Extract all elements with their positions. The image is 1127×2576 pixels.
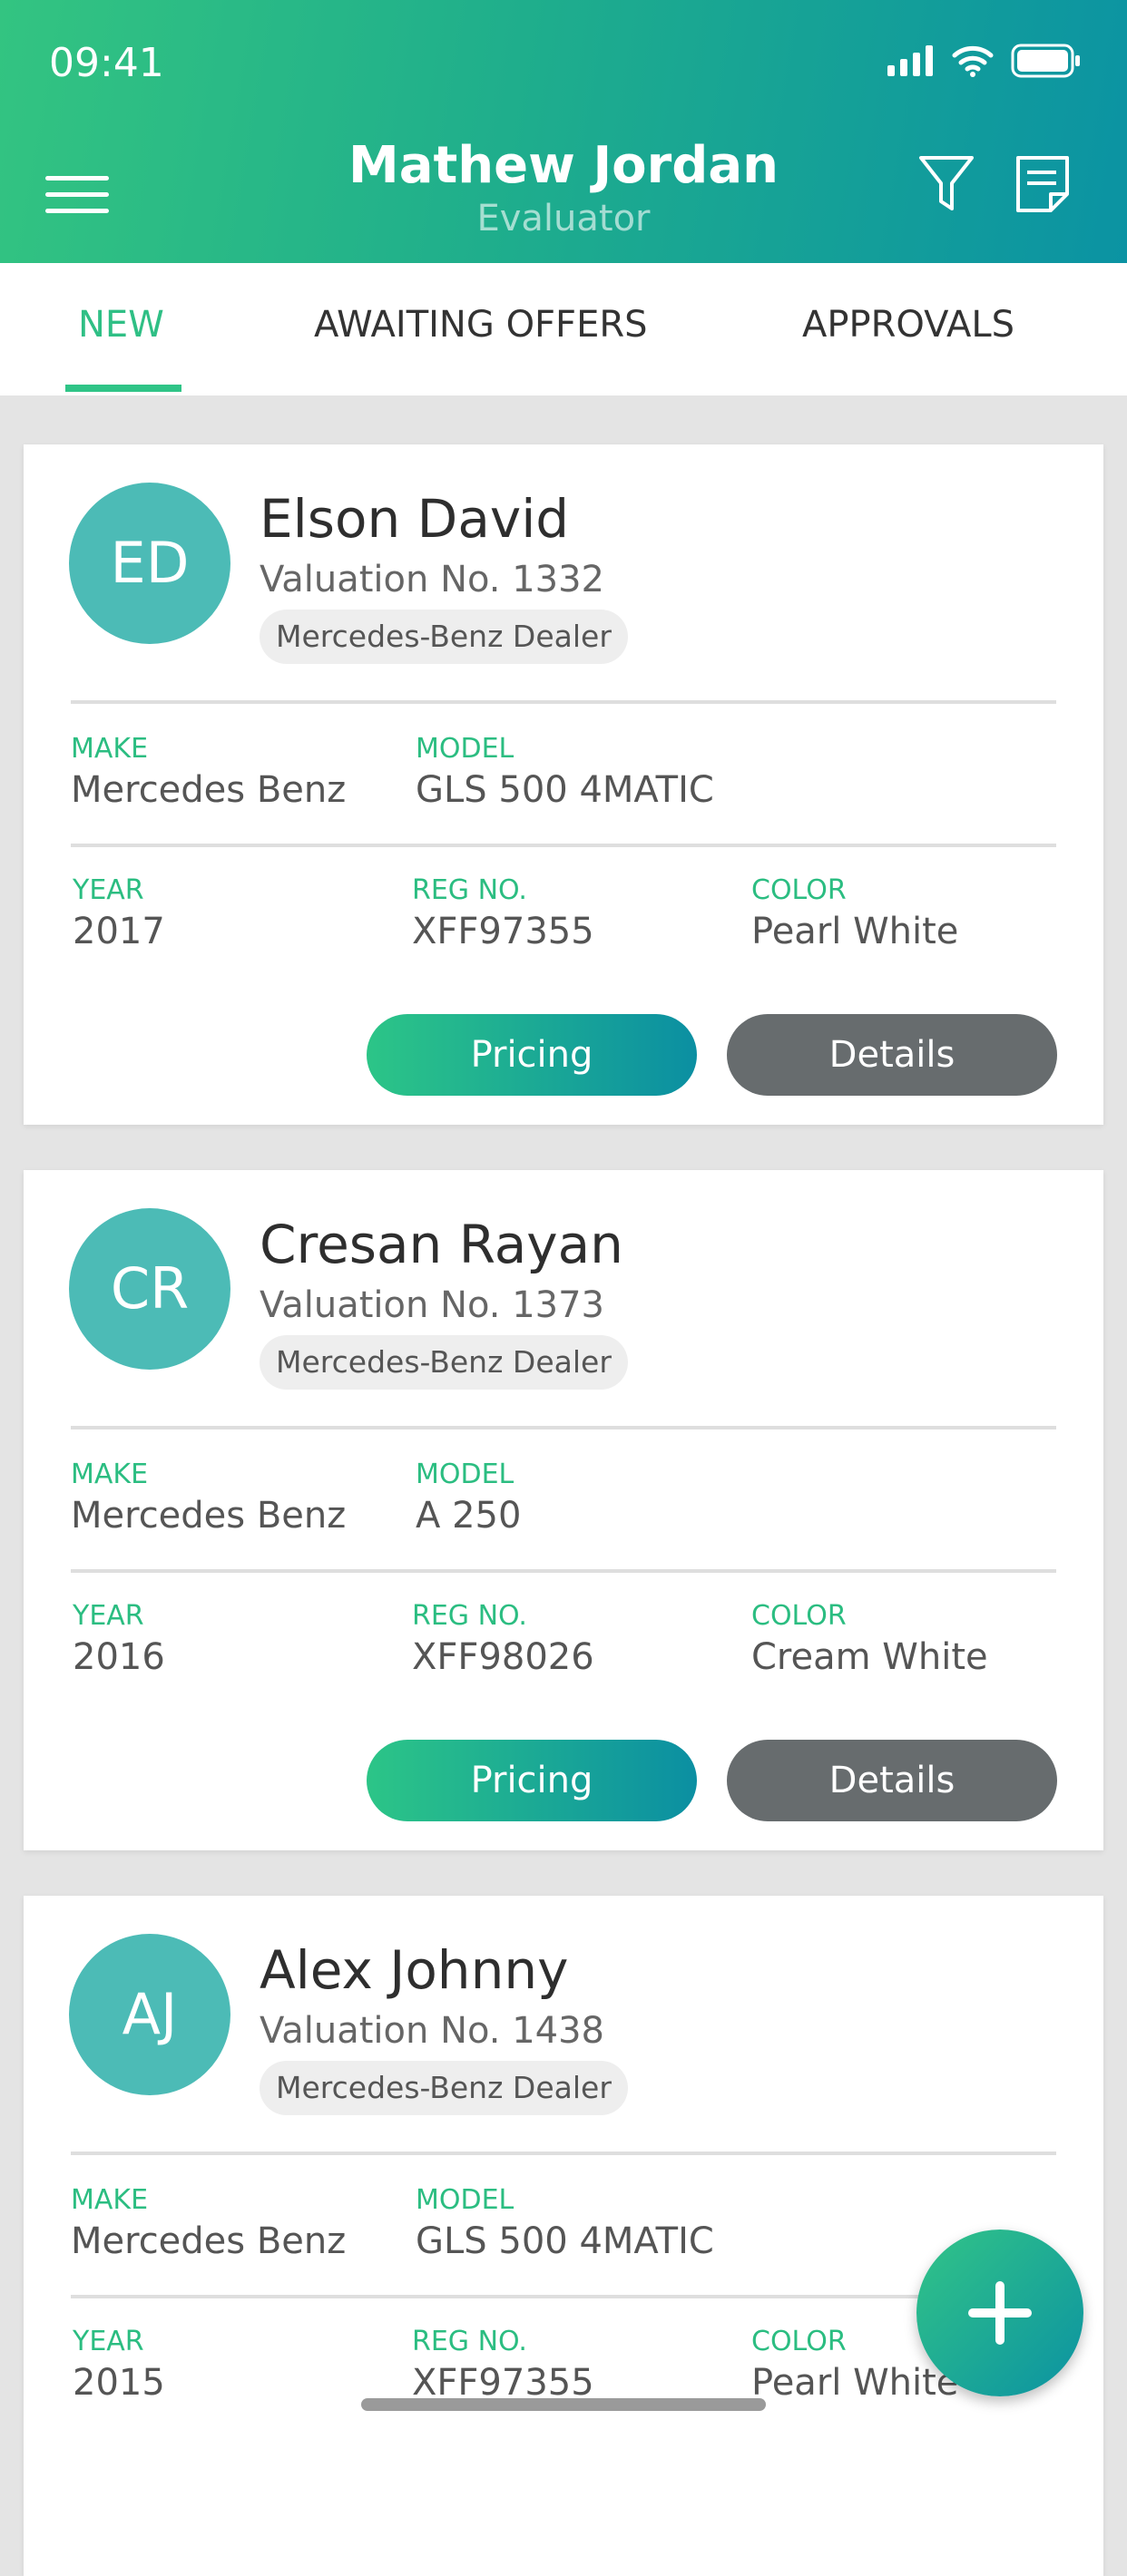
avatar: ED xyxy=(69,483,230,644)
model-label: MODEL xyxy=(416,1459,514,1490)
reg-label: REG NO. xyxy=(412,1600,527,1632)
reg-label: REG NO. xyxy=(412,874,527,906)
valuation-card[interactable]: ED Elson David Valuation No. 1332 Merced… xyxy=(24,444,1103,1125)
color-label: COLOR xyxy=(751,874,847,906)
year-label: YEAR xyxy=(73,1600,144,1632)
battery-icon xyxy=(1011,44,1080,78)
year-label: YEAR xyxy=(73,874,144,906)
model-value: A 250 xyxy=(416,1495,522,1537)
details-button[interactable]: Details xyxy=(727,1740,1057,1821)
model-value: GLS 500 4MATIC xyxy=(416,769,714,811)
year-value: 2015 xyxy=(73,2362,165,2404)
pricing-button[interactable]: Pricing xyxy=(367,1014,697,1096)
divider xyxy=(71,700,1056,704)
details-button[interactable]: Details xyxy=(727,1014,1057,1096)
customer-name: Elson David xyxy=(260,488,570,550)
divider xyxy=(71,2152,1056,2155)
pricing-button[interactable]: Pricing xyxy=(367,1740,697,1821)
make-label: MAKE xyxy=(71,733,149,765)
active-tab-indicator xyxy=(65,385,181,392)
plus-icon xyxy=(968,2281,1032,2345)
dealer-badge: Mercedes-Benz Dealer xyxy=(260,2061,628,2115)
dealer-badge: Mercedes-Benz Dealer xyxy=(260,610,628,664)
make-value: Mercedes Benz xyxy=(71,1495,347,1537)
tab-new[interactable]: NEW xyxy=(78,263,164,395)
divider xyxy=(71,2295,1056,2298)
color-label: COLOR xyxy=(751,2326,847,2357)
model-label: MODEL xyxy=(416,733,514,765)
valuation-number: Valuation No. 1438 xyxy=(260,2010,604,2052)
reg-value: XFF97355 xyxy=(412,911,594,952)
reg-label: REG NO. xyxy=(412,2326,527,2357)
wifi-icon xyxy=(952,45,994,77)
color-value: Pearl White xyxy=(751,911,959,952)
avatar: AJ xyxy=(69,1934,230,2095)
tab-approvals[interactable]: APPROVALS xyxy=(802,263,1014,395)
valuation-card[interactable]: CR Cresan Rayan Valuation No. 1373 Merce… xyxy=(24,1170,1103,1850)
color-value: Cream White xyxy=(751,1636,988,1678)
status-time: 09:41 xyxy=(49,40,164,86)
make-label: MAKE xyxy=(71,2184,149,2216)
make-label: MAKE xyxy=(71,1459,149,1490)
app-header: 09:41 Mathew Jordan Evaluator xyxy=(0,0,1127,263)
signal-icon xyxy=(887,45,933,76)
home-indicator xyxy=(361,2398,766,2411)
year-label: YEAR xyxy=(73,2326,144,2357)
divider xyxy=(71,844,1056,847)
filter-icon[interactable] xyxy=(918,154,975,214)
dealer-badge: Mercedes-Benz Dealer xyxy=(260,1335,628,1390)
divider xyxy=(71,1426,1056,1429)
make-value: Mercedes Benz xyxy=(71,769,347,811)
model-value: GLS 500 4MATIC xyxy=(416,2220,714,2262)
valuation-number: Valuation No. 1332 xyxy=(260,559,604,600)
tab-awaiting-offers[interactable]: AWAITING OFFERS xyxy=(314,263,648,395)
divider xyxy=(71,1569,1056,1573)
year-value: 2016 xyxy=(73,1636,165,1678)
customer-name: Alex Johnny xyxy=(260,1939,569,2001)
valuation-number: Valuation No. 1373 xyxy=(260,1284,604,1326)
reg-value: XFF98026 xyxy=(412,1636,594,1678)
tab-bar: NEW AWAITING OFFERS APPROVALS xyxy=(0,263,1127,395)
model-label: MODEL xyxy=(416,2184,514,2216)
customer-name: Cresan Rayan xyxy=(260,1214,623,1275)
color-label: COLOR xyxy=(751,1600,847,1632)
avatar: CR xyxy=(69,1208,230,1370)
year-value: 2017 xyxy=(73,911,165,952)
status-icons xyxy=(887,44,1082,78)
make-value: Mercedes Benz xyxy=(71,2220,347,2262)
notes-icon[interactable] xyxy=(1014,154,1071,214)
add-valuation-button[interactable] xyxy=(916,2230,1083,2396)
